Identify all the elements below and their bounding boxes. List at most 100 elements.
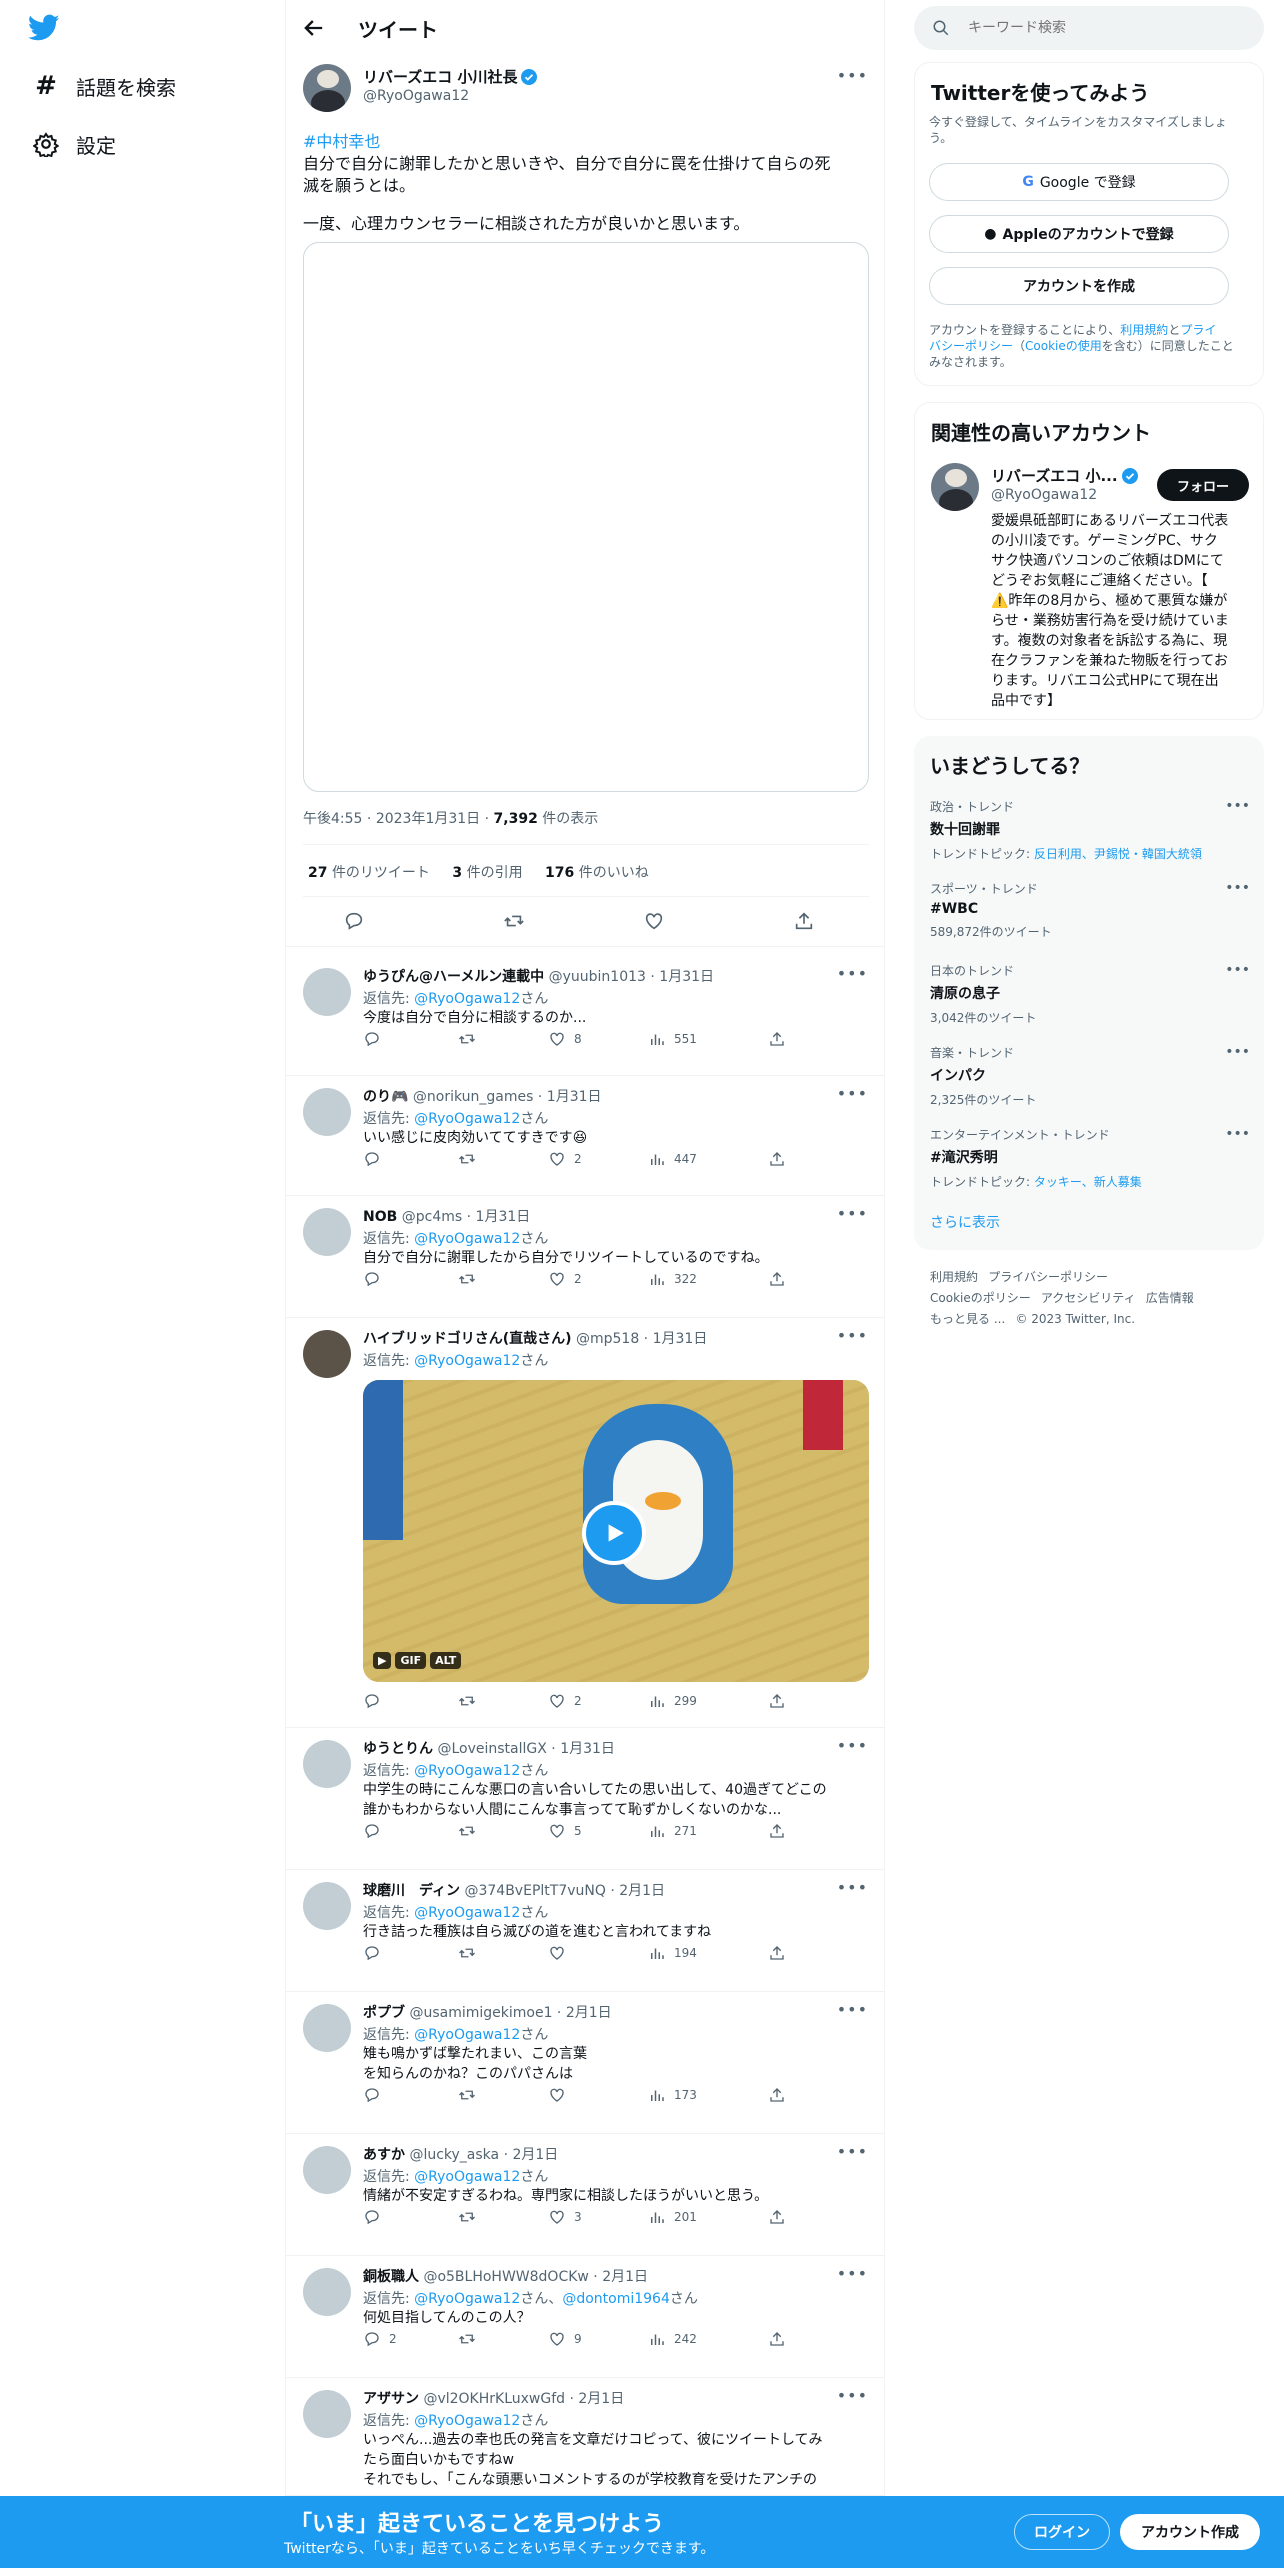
reply-avatar[interactable] — [303, 1882, 351, 1930]
retweet-action[interactable] — [458, 1150, 484, 1168]
show-more-link[interactable]: さらに表示 — [930, 1212, 1000, 1232]
back-button[interactable] — [300, 14, 328, 42]
retweet-stats[interactable]: 27 件のリツイート — [308, 865, 430, 881]
more-options-icon[interactable]: ••• — [837, 1326, 868, 1345]
reply-action[interactable] — [363, 1944, 389, 1962]
search-box[interactable] — [914, 6, 1264, 50]
more-options-icon[interactable]: ••• — [837, 2264, 868, 2283]
share-icon[interactable] — [793, 910, 815, 932]
more-options-icon[interactable]: ••• — [837, 2000, 868, 2019]
reply-author-handle[interactable]: @yuubin1013 — [549, 969, 646, 985]
reply-action[interactable] — [363, 2208, 389, 2226]
retweet-action[interactable] — [458, 1692, 484, 1710]
reply-author-name[interactable]: ハイブリッドゴリさん(直哉さん) — [363, 1331, 572, 1347]
privacy-link-part2[interactable]: バシーポリシー — [929, 339, 1013, 353]
tweet-media[interactable] — [303, 242, 869, 792]
reply-author-handle[interactable]: @vl2OKHrKLuxwGfd — [423, 2391, 565, 2407]
reply-author-name[interactable]: NOB — [363, 1209, 397, 1225]
apple-signup-button[interactable]: ● Appleのアカウントで登録 — [929, 215, 1229, 253]
retweet-action[interactable] — [458, 1944, 484, 1962]
reply-to-mention[interactable]: @RyoOgawa12 — [414, 1231, 520, 1247]
reply-action[interactable] — [363, 1270, 389, 1288]
follow-button[interactable]: フォロー — [1157, 469, 1249, 501]
reply-date[interactable]: 2月1日 — [619, 1883, 665, 1899]
related-name[interactable]: リバーズエコ 小... — [991, 465, 1118, 486]
share-action[interactable] — [768, 1944, 786, 1962]
more-options-icon[interactable]: ••• — [837, 2142, 868, 2161]
avatar[interactable] — [303, 64, 351, 112]
views-action[interactable]: 299 — [648, 1692, 697, 1710]
reply-author-handle[interactable]: @lucky_aska — [409, 2147, 499, 2163]
trend-more-icon[interactable]: ••• — [1225, 962, 1250, 978]
reply-action[interactable] — [363, 1150, 389, 1168]
reply-author-handle[interactable]: @mp518 — [576, 1331, 639, 1347]
reply-item[interactable]: ポプブ @usamimigekimoe1 · 2月1日 ••• 返信先: @RyoO… — [286, 1992, 884, 2134]
reply-author-handle[interactable]: @o5BLHoHWW8dOCKw — [423, 2269, 588, 2285]
more-options-icon[interactable]: ••• — [837, 1084, 868, 1103]
reply-date[interactable]: 1月31日 — [547, 1089, 602, 1105]
reply-item[interactable]: ゆうぴん@ハーメルン連載中 @yuubin1013 · 1月31日 ••• 返信先:… — [286, 956, 884, 1076]
reply-item[interactable]: ハイブリッドゴリさん(直哉さん) @mp518 · 1月31日 ••• 返信先: @… — [286, 1318, 884, 1728]
footer-more[interactable]: もっと見る ... — [930, 1312, 1005, 1326]
alt-badge[interactable]: ALT — [430, 1652, 462, 1669]
retweet-action[interactable] — [458, 2086, 484, 2104]
like-action[interactable] — [548, 2086, 574, 2104]
bottom-signup-button[interactable]: アカウント作成 — [1120, 2514, 1260, 2550]
reply-avatar[interactable] — [303, 1208, 351, 1256]
tweet-time[interactable]: 午後4:55 — [303, 811, 362, 827]
like-action[interactable] — [548, 1944, 574, 1962]
reply-avatar[interactable] — [303, 1330, 351, 1378]
footer-link[interactable]: 利用規約 — [930, 1270, 978, 1284]
footer-link[interactable]: プライバシーポリシー — [988, 1270, 1108, 1284]
author-name[interactable]: リバーズエコ 小川社長 — [363, 66, 517, 87]
reply-author-handle[interactable]: @norikun_games — [413, 1089, 534, 1105]
reply-date[interactable]: 2月1日 — [566, 2005, 612, 2021]
reply-date[interactable]: 1月31日 — [653, 1331, 708, 1347]
cookie-link[interactable]: Cookieの使用 — [1025, 339, 1102, 353]
retweet-action[interactable] — [458, 2208, 484, 2226]
reply-to-mention[interactable]: @RyoOgawa12 — [414, 2291, 520, 2307]
related-handle[interactable]: @RyoOgawa12 — [991, 487, 1097, 503]
more-options-icon[interactable]: ••• — [837, 1736, 868, 1755]
share-action[interactable] — [768, 1030, 786, 1048]
like-action[interactable]: 9 — [548, 2330, 582, 2348]
reply-to-mention[interactable]: @RyoOgawa12 — [414, 2027, 520, 2043]
like-icon[interactable] — [643, 910, 665, 932]
reply-item[interactable]: 銅板職人 @o5BLHoHWW8dOCKw · 2月1日 ••• 返信先: @Ryo… — [286, 2256, 884, 2378]
reply-to-mention[interactable]: @RyoOgawa12 — [414, 1353, 520, 1369]
search-input[interactable] — [968, 20, 1248, 36]
reply-item[interactable]: NOB @pc4ms · 1月31日 ••• 返信先: @RyoOgawa12さん自… — [286, 1196, 884, 1318]
trend-item[interactable]: スポーツ・トレンド #WBC 589,872件のツイート ••• — [930, 880, 1250, 940]
more-options-icon[interactable]: ••• — [837, 66, 868, 85]
reply-item[interactable]: あすか @lucky_aska · 2月1日 ••• 返信先: @RyoOgawa1… — [286, 2134, 884, 2256]
retweet-icon[interactable] — [503, 910, 525, 932]
reply-to-mention[interactable]: @RyoOgawa12 — [414, 991, 520, 1007]
reply-avatar[interactable] — [303, 2146, 351, 2194]
trend-more-icon[interactable]: ••• — [1225, 880, 1250, 896]
views-action[interactable]: 447 — [648, 1150, 697, 1168]
reply-date[interactable]: 2月1日 — [578, 2391, 624, 2407]
tweet-date[interactable]: 2023年1月31日 — [376, 811, 480, 827]
footer-link[interactable]: 広告情報 — [1146, 1291, 1194, 1305]
retweet-action[interactable] — [458, 2330, 484, 2348]
retweet-action[interactable] — [458, 1270, 484, 1288]
trend-item[interactable]: エンターテインメント・トレンド #滝沢秀明 トレンドトピック: タッキー、新人募… — [930, 1126, 1250, 1190]
reply-item[interactable]: アザサン @vl2OKHrKLuxwGfd · 2月1日 ••• 返信先: @Ryo… — [286, 2378, 884, 2496]
reply-action[interactable] — [363, 1692, 389, 1710]
more-options-icon[interactable]: ••• — [837, 1204, 868, 1223]
views-action[interactable]: 201 — [648, 2208, 697, 2226]
reply-date[interactable]: 2月1日 — [512, 2147, 558, 2163]
views-action[interactable]: 322 — [648, 1270, 697, 1288]
like-stats[interactable]: 176 件のいいね — [545, 865, 649, 881]
views-action[interactable]: 194 — [648, 1944, 697, 1962]
nav-explore[interactable]: # 話題を検索 — [30, 70, 176, 102]
like-action[interactable]: 2 — [548, 1270, 582, 1288]
reply-author-handle[interactable]: @usamimigekimoe1 — [409, 2005, 552, 2021]
reply-avatar[interactable] — [303, 2268, 351, 2316]
reply-item[interactable]: 球磨川 ディン @374BvEPltT7vuNQ · 2月1日 ••• 返信先: @… — [286, 1870, 884, 1992]
views-action[interactable]: 271 — [648, 1822, 697, 1840]
share-action[interactable] — [768, 2330, 786, 2348]
reply-date[interactable]: 1月31日 — [560, 1741, 615, 1757]
more-options-icon[interactable]: ••• — [837, 2386, 868, 2405]
reply-avatar[interactable] — [303, 1740, 351, 1788]
